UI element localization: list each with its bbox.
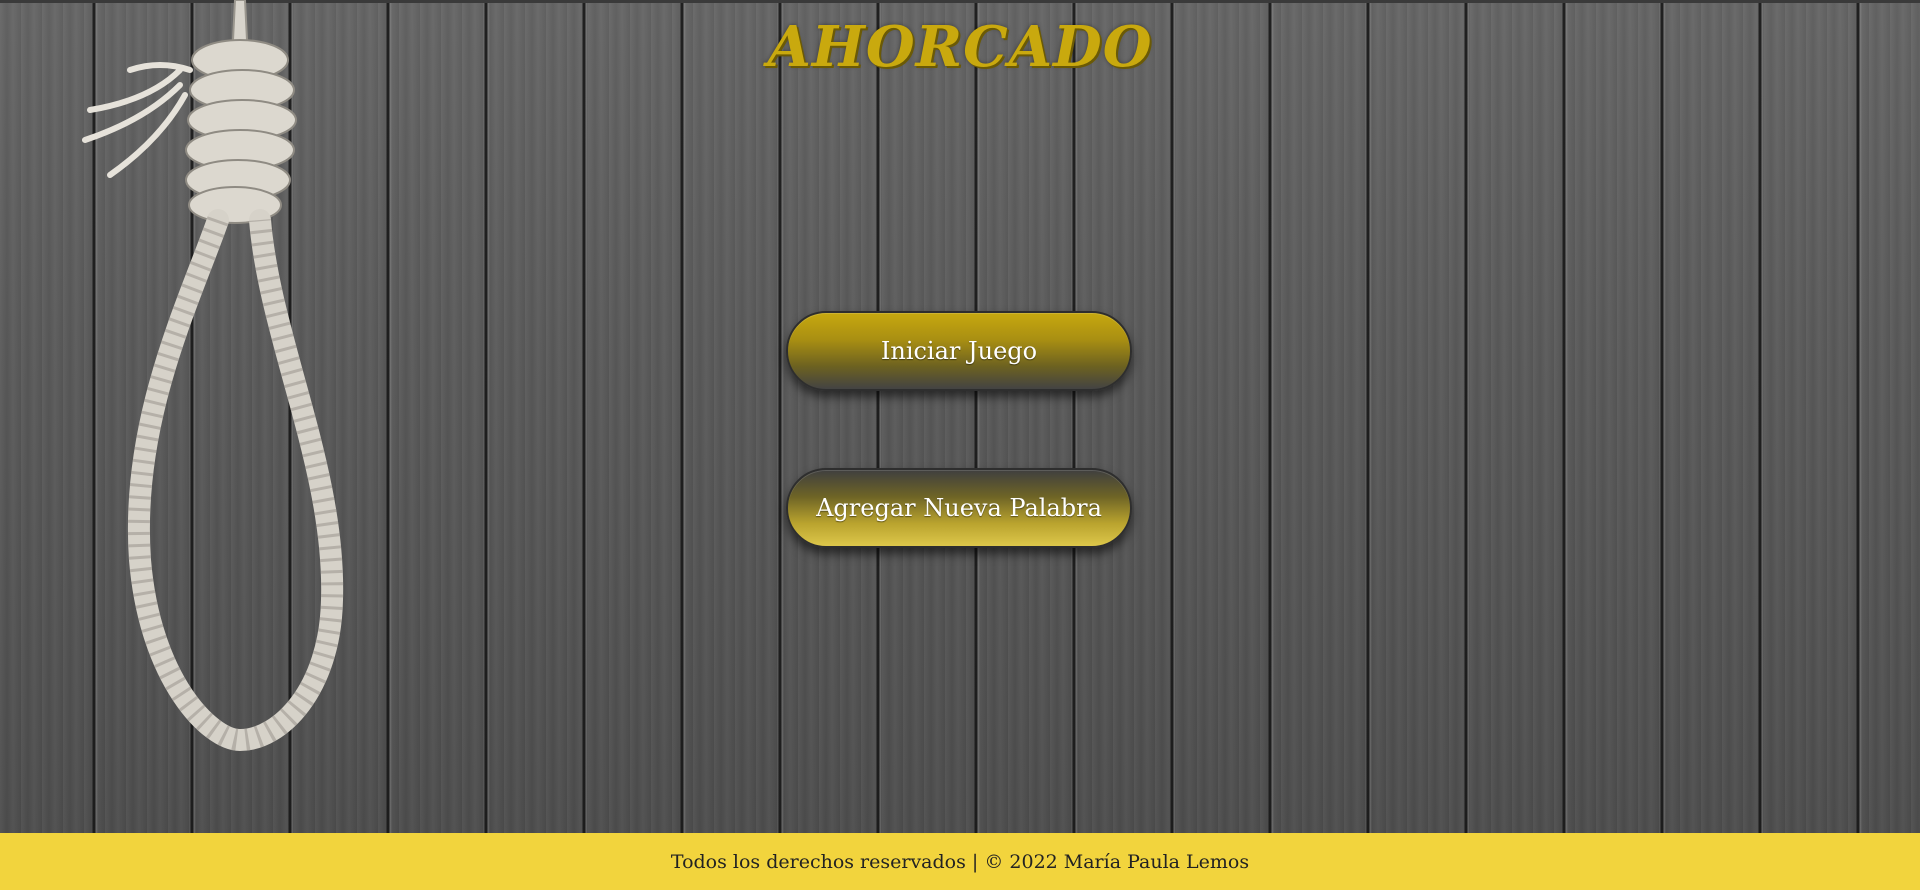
add-word-button[interactable]: Agregar Nueva Palabra — [786, 468, 1132, 548]
page-title: AHORCADO — [767, 14, 1153, 80]
footer: Todos los derechos reservados | © 2022 M… — [0, 833, 1920, 890]
start-game-button[interactable]: Iniciar Juego — [786, 311, 1132, 391]
footer-copyright: Todos los derechos reservados | © 2022 M… — [670, 850, 1250, 873]
noose-rope-illustration — [82, 0, 344, 752]
